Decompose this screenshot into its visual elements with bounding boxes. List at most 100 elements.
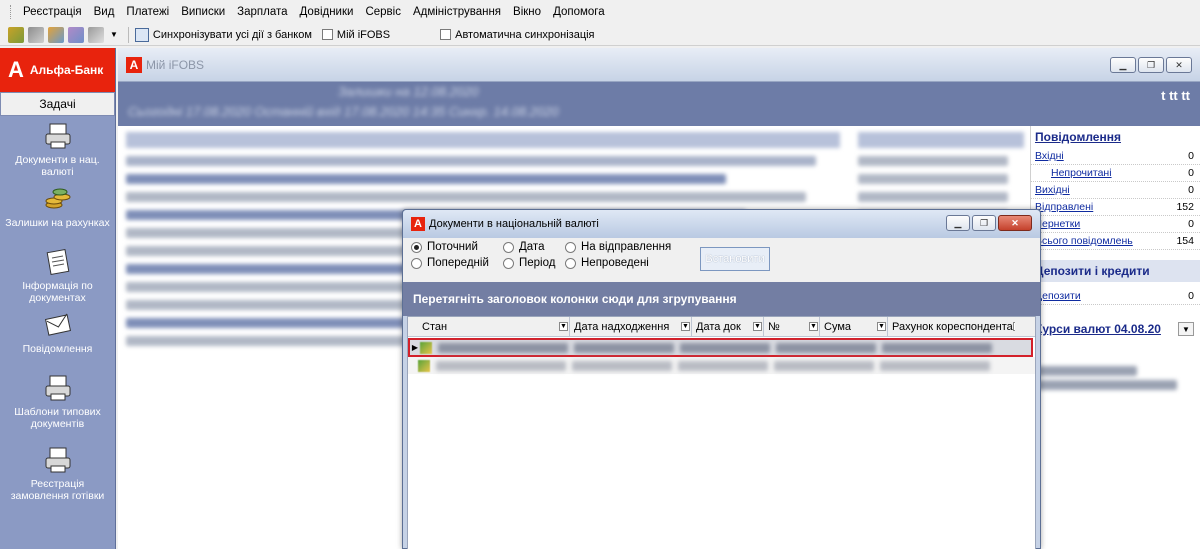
column-doc-date[interactable]: Дата док ▼ (692, 317, 764, 336)
transfer-tool-icon[interactable] (48, 26, 64, 43)
column-receipt-date[interactable]: Дата надходження ▼ (570, 317, 692, 336)
radio-date-dot[interactable] (503, 241, 514, 253)
dialog-minimize-button[interactable]: ▁ (946, 215, 970, 231)
deposits-row: Депозити 0 (1031, 288, 1200, 305)
menu-item-window[interactable]: Вікно (507, 6, 547, 18)
drafts-link[interactable]: Чернетки (1035, 218, 1080, 230)
messages-row-unread: Непрочитані 0 (1031, 165, 1200, 182)
bank-tool-icon[interactable] (88, 26, 104, 43)
radio-date[interactable]: Дата (503, 241, 565, 253)
menu-item-statements[interactable]: Виписки (175, 6, 231, 18)
column-amount[interactable]: Сума ▼ (820, 317, 888, 336)
column-receipt-date-filter-icon[interactable]: ▼ (681, 322, 690, 331)
document-status-icon (418, 359, 430, 372)
menu-grip (10, 5, 13, 19)
toolbar-overflow-icon[interactable]: ▼ (110, 30, 118, 39)
column-amount-label: Сума (824, 320, 852, 333)
sidebar-item-doc-info[interactable]: Інформація по документах (0, 242, 115, 305)
menu-item-directories[interactable]: Довідники (294, 6, 360, 18)
minimize-button[interactable]: ▁ (1110, 57, 1136, 73)
rates-dropdown-icon[interactable]: ▼ (1178, 322, 1194, 336)
column-corr-account[interactable]: Рахунок кореспондента▼ (888, 317, 1015, 336)
dialog-title: Документи в національній валюті (429, 218, 599, 230)
sidebar-item-messages[interactable]: Повідомлення (0, 305, 115, 368)
radio-period-dot[interactable] (503, 257, 514, 269)
column-number[interactable]: № ▼ (764, 317, 820, 336)
dialog-close-button[interactable]: ✕ (998, 215, 1032, 231)
unread-link[interactable]: Непрочитані (1035, 167, 1112, 179)
auto-sync-check-box[interactable] (440, 29, 452, 40)
radio-unposted-dot[interactable] (565, 257, 576, 269)
blurred-cell (574, 342, 674, 353)
column-amount-filter-icon[interactable]: ▼ (877, 322, 886, 331)
radio-to-send-dot[interactable] (565, 241, 576, 253)
menu-item-salary[interactable]: Зарплата (231, 6, 293, 18)
deposits-header: Депозити і кредити (1031, 260, 1200, 282)
radio-current-dot[interactable] (411, 241, 422, 253)
column-doc-date-filter-icon[interactable]: ▼ (753, 322, 762, 331)
menu-item-view[interactable]: Вид (88, 6, 121, 18)
sidebar-item-label: Шаблони типових документів (14, 406, 101, 430)
sidebar-item-balances[interactable]: Залишки на рахунках (0, 179, 115, 242)
sidebar-item-national-docs[interactable]: Документи в нац. валюті (0, 116, 115, 179)
archive-tool-icon[interactable] (68, 26, 84, 43)
my-ifobs-check-box[interactable] (321, 29, 333, 40)
radio-to-send[interactable]: На відправлення (565, 241, 675, 253)
auto-sync-checkbox[interactable]: Автоматична синхронізація (440, 29, 595, 41)
info-panel: Повідомлення Вхідні 0 Непрочитані 0 Вихідн… (1030, 126, 1200, 549)
radio-previous-dot[interactable] (411, 257, 422, 269)
table-row[interactable] (408, 357, 1035, 374)
inbox-link[interactable]: Вхідні (1035, 150, 1064, 162)
radio-unposted[interactable]: Непроведені (565, 257, 675, 269)
total-messages-count: 154 (1176, 235, 1194, 247)
total-messages-link[interactable]: Всього повідомлень (1035, 235, 1133, 247)
radio-to-send-label: На відправлення (581, 241, 672, 253)
dialog-logo-icon: А (411, 217, 425, 231)
menu-item-payments[interactable]: Платежі (120, 6, 175, 18)
grid-header: Стан ▼ Дата надходження ▼ Дата док ▼ № ▼ Сум… (408, 317, 1035, 337)
outbox-link[interactable]: Вихідні (1035, 184, 1070, 196)
envelope-icon (44, 313, 71, 336)
deposits-link[interactable]: Депозити (1035, 290, 1081, 302)
panel-header (858, 132, 1024, 148)
blurred-cell (436, 360, 566, 371)
chart-tool-icon[interactable] (28, 26, 44, 43)
messages-row-outbox: Вихідні 0 (1031, 182, 1200, 199)
currency-rates-table (1037, 362, 1187, 392)
tasks-header[interactable]: Задачі (0, 92, 115, 116)
close-button[interactable]: ✕ (1166, 57, 1192, 73)
dialog-restore-button[interactable]: ❐ (972, 215, 996, 231)
document-info-icon (46, 249, 69, 275)
menu-item-service[interactable]: Сервіс (359, 6, 407, 18)
table-row[interactable]: ▶ (408, 338, 1033, 357)
column-status[interactable]: Стан ▼ (418, 317, 570, 336)
radio-period[interactable]: Період (503, 257, 565, 269)
my-ifobs-checkbox[interactable]: Мій iFOBS (321, 29, 390, 41)
column-doc-date-label: Дата док (696, 320, 741, 333)
column-receipt-date-label: Дата надходження (574, 320, 670, 333)
sent-link[interactable]: Відправлені (1035, 201, 1093, 213)
deposits-count: 0 (1188, 290, 1194, 302)
sidebar-item-templates[interactable]: Шаблони типових документів (0, 368, 115, 440)
coins-tool-icon[interactable] (8, 26, 24, 43)
sidebar-item-cash-order[interactable]: Реєстрація замовлення готівки (0, 440, 115, 512)
column-status-filter-icon[interactable]: ▼ (559, 322, 568, 331)
menu-item-administration[interactable]: Адміністрування (407, 6, 507, 18)
radio-current[interactable]: Поточний (411, 241, 503, 253)
restore-button[interactable]: ❐ (1138, 57, 1164, 73)
menu-item-help[interactable]: Допомога (547, 6, 611, 18)
panel-header (126, 132, 840, 148)
group-by-drop-area[interactable]: Перетягніть заголовок колонки сюди для з… (403, 282, 1040, 316)
set-button[interactable]: Встановити (700, 247, 770, 271)
sync-button[interactable]: Синхронізувати усі дії з банком (134, 27, 312, 42)
radio-previous[interactable]: Попередній (411, 257, 503, 269)
messages-header[interactable]: Повідомлення (1031, 126, 1200, 148)
dialog-titlebar: А Документи в національній валюті ▁ ❐ ✕ (403, 210, 1040, 238)
column-corr-account-filter-icon[interactable]: ▼ (1012, 322, 1015, 331)
column-number-filter-icon[interactable]: ▼ (809, 322, 818, 331)
currency-rates-title[interactable]: Курси валют 04.08.20 (1035, 322, 1161, 336)
menu-item-registration[interactable]: Реєстрація (17, 6, 88, 18)
radio-previous-label: Попередній (427, 257, 489, 269)
blurred-cell (678, 360, 768, 371)
national-currency-documents-dialog: А Документи в національній валюті ▁ ❐ ✕ … (402, 209, 1041, 549)
